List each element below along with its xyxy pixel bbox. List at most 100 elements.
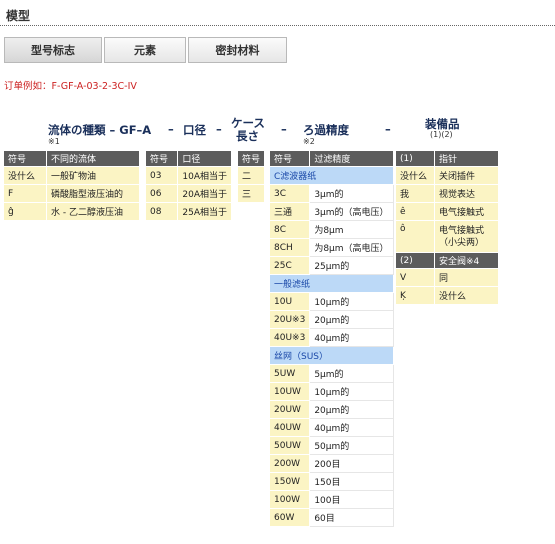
table-row: 100W 100目: [268, 490, 394, 509]
code-cell: 二: [236, 166, 266, 185]
code-cell: 50UW: [268, 436, 311, 455]
code-cell: 我: [395, 184, 435, 203]
heading-fluid-type: 流体の種類 – GF–A: [48, 123, 152, 137]
heading-note-3: (1)(2): [430, 130, 453, 139]
column-header: 符号: [144, 150, 179, 167]
section-header: 一般滤纸: [269, 274, 394, 293]
table-row: 200W 200目: [268, 454, 394, 473]
table-row: 150W 150目: [268, 472, 394, 491]
section-title: 一般滤纸: [269, 274, 394, 293]
code-cell: 10UW: [268, 382, 311, 401]
table-row: 三通 3μm的（高电压）: [268, 202, 394, 221]
value-cell: 150目: [309, 472, 394, 491]
port-size-table: 符号 口径 03 10A相当于 06 20A相当于 08 25A相当于: [144, 150, 232, 221]
code-cell: ê: [395, 202, 435, 221]
code-cell: 150W: [268, 472, 311, 491]
value-cell: 25A相当于: [177, 202, 232, 221]
heading-dash-1: –: [168, 122, 174, 136]
value-cell: 20μm的: [309, 400, 394, 419]
table-row: 25C 25μm的: [268, 256, 394, 275]
value-cell: 一般矿物油: [46, 166, 140, 185]
value-cell: 25μm的: [309, 256, 394, 275]
heading-case-length-2: 長さ: [236, 129, 259, 143]
value-cell: 视觉表达: [434, 184, 499, 203]
code-cell: F: [3, 184, 47, 203]
heading-note-1: ※1: [48, 137, 60, 146]
table-row: F 磷酸脂型液压油的: [3, 184, 140, 203]
value-cell: 为8μm（高电压）: [309, 238, 394, 257]
tab-model-code[interactable]: 型号标志: [4, 37, 102, 63]
code-cell: 100W: [268, 490, 311, 509]
code-cell: 三通: [268, 202, 311, 221]
filtration-table: 符号 过滤精度 C滤波器纸 3C 3μm的 三通 3μm的（高电压） 8C 为8μm …: [268, 150, 394, 527]
case-length-table: 符号 二 三: [236, 150, 266, 203]
table-row: 三: [236, 184, 266, 203]
value-cell: 10μm的: [309, 382, 394, 401]
code-cell: 5UW: [268, 364, 311, 383]
table-row: 没什么 一般矿物油: [3, 166, 140, 185]
table-row: 50UW 50μm的: [268, 436, 394, 455]
value-cell: 60目: [309, 508, 394, 527]
value-cell: 200目: [309, 454, 394, 473]
column-header: 符号: [3, 150, 47, 167]
column-header: (2): [395, 252, 435, 269]
code-cell: ô: [395, 220, 435, 253]
table-row: 5UW 5μm的: [268, 364, 394, 383]
code-cell: Ķ: [395, 286, 435, 305]
table-row: 10UW 10μm的: [268, 382, 394, 401]
table-header-row: 符号: [236, 150, 266, 167]
code-cell: 40U※3: [268, 328, 311, 347]
value-cell: 电气接触式 （小尖两）: [434, 220, 499, 253]
column-header: 口径: [177, 150, 232, 167]
heading-dash-3: –: [281, 122, 287, 136]
code-cell: 8C: [268, 220, 311, 239]
table-row: ê 电气接触式: [395, 202, 499, 221]
table-header-row: 符号 不同的流体: [3, 150, 140, 167]
heading-dash-4: –: [385, 122, 391, 136]
column-header: 过滤精度: [309, 150, 394, 167]
table-row: 60W 60目: [268, 508, 394, 527]
value-cell: 50μm的: [309, 436, 394, 455]
value-cell: 10A相当于: [177, 166, 232, 185]
value-cell: 20A相当于: [177, 184, 232, 203]
column-header: 符号: [236, 150, 266, 167]
value-cell: 关闭插件: [434, 166, 499, 185]
header-divider: [0, 25, 555, 26]
code-cell: 03: [144, 166, 179, 185]
accessories-table: (1) 指针 没什么 关闭插件 我视觉表达 ê 电气接触式 ô 电气接触式 （小尖两…: [395, 150, 499, 305]
section-title: 丝网（SUS）: [269, 346, 394, 365]
code-cell: 20U※3: [268, 310, 311, 329]
value-cell: 磷酸脂型液压油的: [46, 184, 140, 203]
table-row: 06 20A相当于: [144, 184, 232, 203]
order-example: 订单例如：F-GF-A-03-2-3C-IV: [4, 81, 137, 92]
value-cell: 3μm的（高电压）: [309, 202, 394, 221]
table-row: Ķ 没什么: [395, 286, 499, 305]
tab-seal-material[interactable]: 密封材料: [188, 37, 287, 63]
heading-dash-2: –: [216, 122, 222, 136]
table-row: 二: [236, 166, 266, 185]
table-row: 40UW 40μm的: [268, 418, 394, 437]
value-cell: 为8μm: [309, 220, 394, 239]
table-row: 08 25A相当于: [144, 202, 232, 221]
heading-filtration: ろ過精度: [303, 123, 349, 137]
table-row: 没什么 关闭插件: [395, 166, 499, 185]
table-row: 3C 3μm的: [268, 184, 394, 203]
table-row: ô 电气接触式 （小尖两）: [395, 220, 499, 253]
tab-element[interactable]: 元素: [104, 37, 186, 63]
table-row: 8C 为8μm: [268, 220, 394, 239]
value-cell: 同: [434, 268, 499, 287]
table-row: 20UW 20μm的: [268, 400, 394, 419]
table-row: V同: [395, 268, 499, 287]
column-header: 符号: [268, 150, 311, 167]
table-row: 20U※3 20μm的: [268, 310, 394, 329]
column-header: 安全阀※4: [434, 252, 499, 269]
section-header: 丝网（SUS）: [269, 346, 394, 365]
code-cell: 08: [144, 202, 179, 221]
code-cell: 8CH: [268, 238, 311, 257]
fluid-type-table: 符号 不同的流体 没什么 一般矿物油 F 磷酸脂型液压油的 ĝ 水 - 乙二醇液…: [3, 150, 140, 221]
value-cell: 20μm的: [309, 310, 394, 329]
code-cell: 06: [144, 184, 179, 203]
heading-port-size: 口径: [183, 123, 206, 137]
table-header-row: (1) 指针: [395, 150, 499, 167]
value-cell: 100目: [309, 490, 394, 509]
